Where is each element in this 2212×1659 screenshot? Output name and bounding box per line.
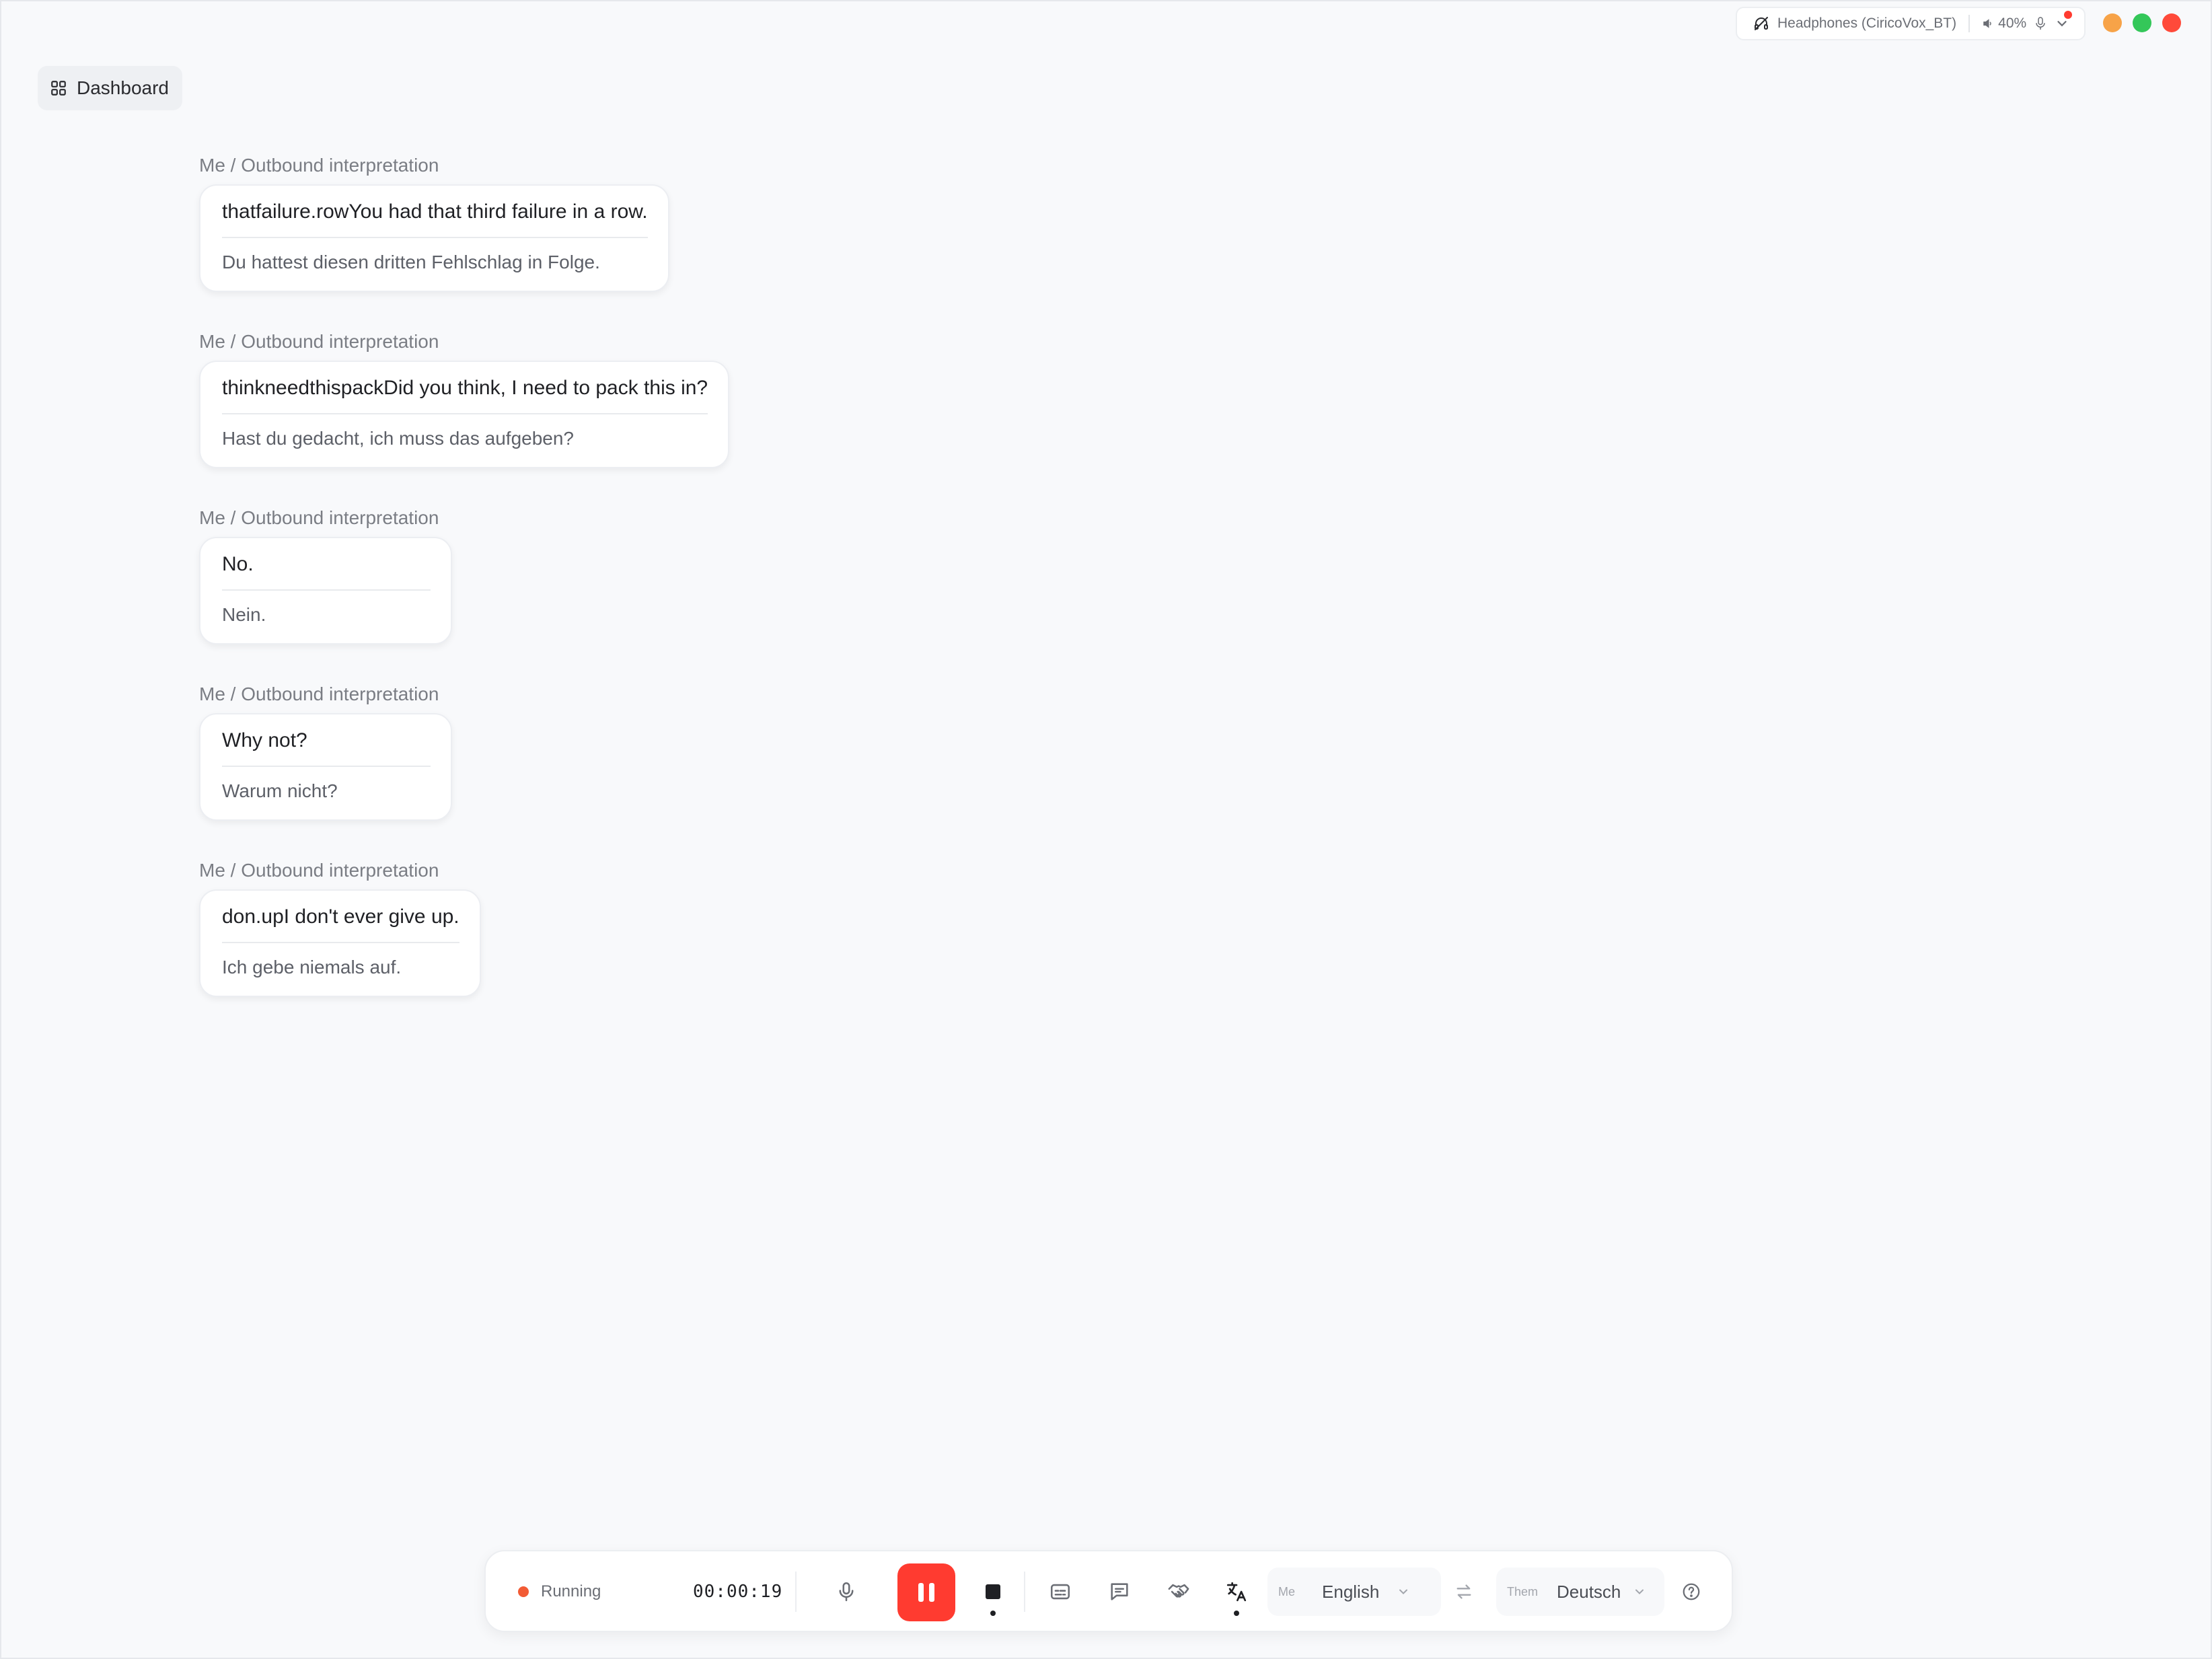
me-language-value: English: [1322, 1581, 1380, 1602]
captions-button[interactable]: [1040, 1572, 1080, 1612]
divider: [795, 1572, 797, 1612]
message-item: Me / Outbound interpretation thinkneedth…: [199, 327, 1141, 503]
message-bubble: don.upI don't ever give up. Ich gebe nie…: [199, 889, 481, 997]
translation-text: Warum nicht?: [222, 780, 338, 801]
pause-button[interactable]: [897, 1563, 955, 1621]
handshake-icon: [1168, 1584, 1189, 1598]
translate-icon: [1226, 1582, 1247, 1602]
message-label: Me / Outbound interpretation: [199, 860, 439, 881]
message-bubble: thatfailure.rowYou had that third failur…: [199, 184, 669, 292]
device-name: Headphones (CiricoVox_BT): [1777, 15, 1957, 31]
transcript-list: Me / Outbound interpretation thatfailure…: [199, 151, 1141, 1032]
mic-icon: [2036, 17, 2045, 30]
message-item: Me / Outbound interpretation don.upI don…: [199, 856, 1141, 1032]
dashboard-grid-icon: [51, 81, 66, 96]
message-label: Me / Outbound interpretation: [199, 155, 439, 176]
dashboard-button[interactable]: Dashboard: [38, 66, 182, 110]
divider: [1968, 15, 1970, 32]
message-item: Me / Outbound interpretation thatfailure…: [199, 151, 1141, 327]
captions-icon: [1050, 1584, 1070, 1600]
help-icon: [1683, 1583, 1700, 1600]
mic-icon: [839, 1582, 854, 1602]
message-bubble: Why not? Warum nicht?: [199, 713, 452, 821]
volume-indicator: 40%: [1982, 15, 2026, 32]
chat-button[interactable]: [1099, 1572, 1140, 1612]
active-indicator: [990, 1611, 996, 1616]
message-bubble: No. Nein.: [199, 537, 452, 644]
session-timer: 00:00:19: [693, 1582, 783, 1602]
minimize-button[interactable]: [2103, 13, 2122, 32]
translation-text: Du hattest diesen dritten Fehlschlag in …: [222, 252, 600, 272]
handshake-button[interactable]: [1158, 1572, 1199, 1612]
headphones-icon: [1755, 17, 1768, 30]
chevron-down-icon: [1399, 1589, 1408, 1594]
source-text: don.upI don't ever give up.: [222, 906, 459, 943]
them-role-label: Them: [1507, 1584, 1539, 1598]
translation-text: Ich gebe niemals auf.: [222, 957, 402, 978]
me-language-select[interactable]: Me English: [1267, 1568, 1441, 1616]
swap-languages-button[interactable]: [1450, 1572, 1477, 1612]
source-text: thatfailure.rowYou had that third failur…: [222, 200, 648, 238]
app-window: Headphones (CiricoVox_BT) 40% Dashboard …: [0, 0, 2212, 1659]
message-label: Me / Outbound interpretation: [199, 331, 439, 352]
volume-level: 40%: [1998, 15, 2027, 31]
stop-button[interactable]: [973, 1572, 1013, 1612]
chevron-down-icon: [1635, 1589, 1644, 1594]
message-label: Me / Outbound interpretation: [199, 507, 439, 528]
message-label: Me / Outbound interpretation: [199, 684, 439, 704]
status-text: Running: [541, 1582, 601, 1600]
swap-icon: [1457, 1584, 1471, 1599]
message-item: Me / Outbound interpretation Why not? Wa…: [199, 679, 1141, 856]
translation-text: Nein.: [222, 604, 266, 625]
translate-button[interactable]: [1216, 1572, 1257, 1612]
chat-icon: [1111, 1583, 1128, 1600]
me-role-label: Me: [1278, 1584, 1296, 1598]
them-language-select[interactable]: Them Deutsch: [1496, 1568, 1664, 1616]
device-dropdown[interactable]: [2055, 11, 2073, 31]
stop-icon: [986, 1584, 1000, 1599]
dashboard-label: Dashboard: [77, 77, 169, 98]
notification-dot: [2064, 11, 2073, 19]
window-controls: [2103, 13, 2181, 32]
them-language-value: Deutsch: [1557, 1581, 1621, 1602]
message-item: Me / Outbound interpretation No. Nein.: [199, 503, 1141, 679]
status-dot: [518, 1586, 529, 1597]
source-text: Why not?: [222, 729, 431, 767]
session-control-bar: Running 00:00:19 Me English Them Deutsch: [484, 1550, 1733, 1632]
divider: [1024, 1572, 1025, 1612]
pause-icon: [918, 1583, 924, 1602]
source-text: No.: [222, 553, 431, 591]
source-text: thinkneedthispackDid you think, I need t…: [222, 377, 708, 414]
help-button[interactable]: [1671, 1572, 1711, 1612]
active-indicator: [1234, 1611, 1239, 1616]
mic-button[interactable]: [826, 1572, 867, 1612]
speaker-icon: [1983, 19, 1991, 28]
translation-text: Hast du gedacht, ich muss das aufgeben?: [222, 428, 575, 449]
pause-icon: [929, 1583, 934, 1602]
close-button[interactable]: [2162, 13, 2181, 32]
audio-device-selector[interactable]: Headphones (CiricoVox_BT) 40%: [1736, 7, 2086, 40]
maximize-button[interactable]: [2133, 13, 2151, 32]
message-bubble: thinkneedthispackDid you think, I need t…: [199, 361, 730, 468]
